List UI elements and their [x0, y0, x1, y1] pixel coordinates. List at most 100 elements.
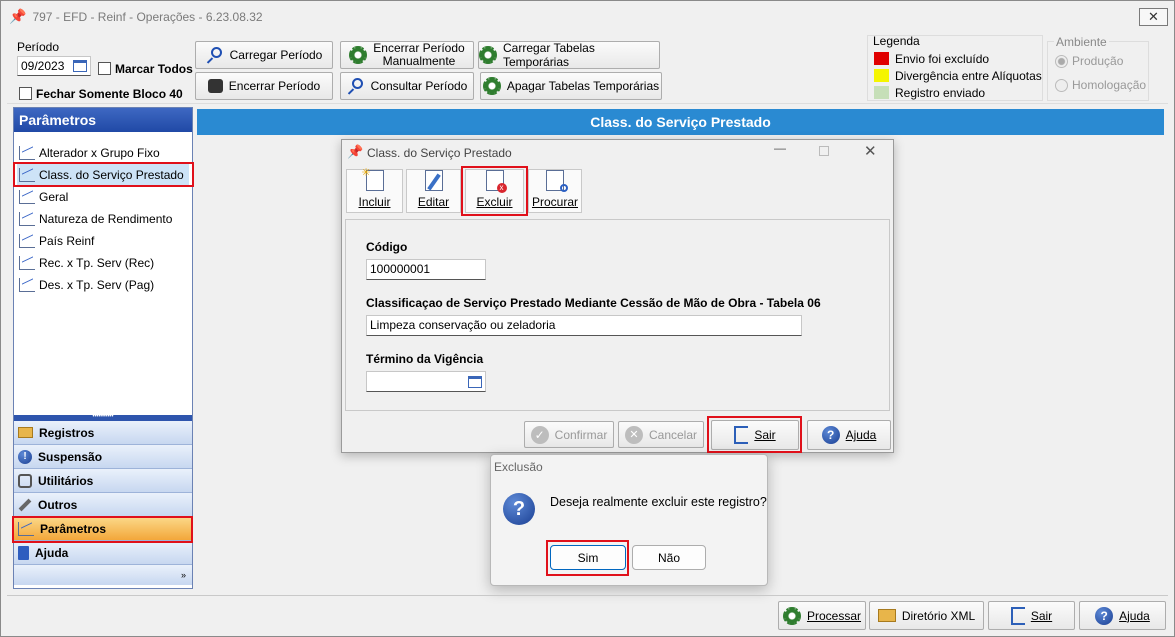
nav-suspensao[interactable]: ! Suspensão: [14, 445, 192, 469]
carregar-periodo-button[interactable]: Carregar Período: [195, 41, 333, 69]
tools-icon: [18, 473, 32, 488]
nao-button[interactable]: Não: [632, 545, 706, 570]
tree-item-pais[interactable]: País Reinf: [17, 230, 189, 252]
carregar-periodo-label: Carregar Período: [229, 48, 323, 62]
codigo-input[interactable]: 100000001: [366, 259, 486, 280]
bottom-bar: [7, 595, 1168, 596]
consultar-periodo-button[interactable]: Consultar Período: [340, 72, 474, 100]
periodo-value: 09/2023: [21, 59, 65, 73]
editar-label: Editar: [417, 195, 450, 209]
radio-homologacao[interactable]: Homologação: [1055, 78, 1146, 92]
marcar-todos-label: Marcar Todos: [115, 62, 193, 76]
nav-label: Utilitários: [38, 473, 94, 488]
folder-icon: [18, 427, 33, 438]
highlight-sair: [707, 416, 802, 453]
legend-swatch-green: [874, 86, 889, 99]
ajuda-label: Ajuda: [845, 428, 877, 442]
periodo-input[interactable]: 09/2023: [17, 56, 91, 76]
cancelar-button[interactable]: ✕ Cancelar: [618, 421, 704, 448]
nav-outros[interactable]: Outros: [14, 493, 192, 517]
processar-button[interactable]: Processar: [778, 601, 866, 630]
report-icon: [19, 256, 35, 270]
radio-button[interactable]: [1055, 54, 1068, 68]
calendar-icon[interactable]: [73, 60, 87, 72]
nav-label: Registros: [39, 425, 95, 440]
radio-label: Produção: [1072, 54, 1124, 68]
legend-swatch-red: [874, 52, 889, 65]
tree-item-rec-tp-serv[interactable]: Rec. x Tp. Serv (Rec): [17, 252, 189, 274]
nav-label: Outros: [38, 497, 78, 512]
chart-icon: [19, 146, 35, 160]
nav-registros[interactable]: Registros: [14, 421, 192, 445]
gear-icon: [349, 46, 368, 64]
codigo-label: Código: [366, 240, 408, 254]
title-bar: 📌 797 - EFD - Reinf - Operações - 6.23.0…: [1, 1, 1174, 32]
apagar-tabelas-button[interactable]: Apagar Tabelas Temporárias: [480, 72, 662, 100]
confirmar-button[interactable]: ✓ Confirmar: [524, 421, 614, 448]
main-window: 📌 797 - EFD - Reinf - Operações - 6.23.0…: [0, 0, 1175, 637]
encerrar-periodo-button[interactable]: Encerrar Período: [195, 72, 333, 100]
class-input[interactable]: Limpeza conservação ou zeladoria: [366, 315, 802, 336]
confirmar-label: Confirmar: [554, 427, 608, 442]
tree-item-natureza[interactable]: Natureza de Rendimento: [17, 208, 189, 230]
termino-input[interactable]: [366, 371, 486, 392]
cancelar-label: Cancelar: [648, 427, 698, 442]
close-button[interactable]: ✕: [1139, 8, 1168, 26]
chart-icon: [19, 190, 35, 204]
periodo-label: Período: [17, 40, 60, 54]
legend-label: Envio foi excluído: [895, 51, 990, 66]
close-icon[interactable]: ✕: [864, 142, 877, 160]
nav-ajuda[interactable]: Ajuda: [14, 541, 192, 565]
bottom-ajuda-button[interactable]: ? Ajuda: [1079, 601, 1166, 630]
search-document-icon: [546, 170, 568, 192]
wrench-icon: [18, 498, 32, 511]
bottom-sair-button[interactable]: Sair: [988, 601, 1075, 630]
sidebar-nav: Registros ! Suspensão Utilitários Outros …: [14, 421, 192, 585]
ambiente-box: [1047, 41, 1149, 101]
marcar-todos-checkbox[interactable]: [98, 62, 111, 75]
highlight-excluir: [461, 166, 528, 216]
editar-button[interactable]: Editar: [406, 169, 461, 213]
legend-list: Envio foi excluído Divergência entre Alí…: [874, 50, 1042, 101]
procurar-label: Procurar: [531, 195, 578, 209]
encerrar-manual-label: Encerrar Período Manualmente: [373, 42, 464, 68]
tree-item-des-tp-serv[interactable]: Des. x Tp. Serv (Pag): [17, 274, 189, 296]
pin-icon: 📌: [9, 8, 27, 24]
nav-utilitarios[interactable]: Utilitários: [14, 469, 192, 493]
ajuda-button[interactable]: ? Ajuda: [807, 420, 891, 450]
minimize-icon[interactable]: —: [774, 141, 786, 155]
tree-label: Alterador x Grupo Fixo: [39, 146, 160, 160]
new-document-icon: ✳: [362, 167, 384, 191]
gear-icon: [782, 606, 801, 625]
highlight-sim: [546, 540, 629, 576]
tree-item-geral[interactable]: Geral: [17, 186, 189, 208]
legend-item: Divergência entre Alíquotas: [874, 67, 1042, 84]
confirm-message: Deseja realmente excluir este registro?: [550, 495, 767, 509]
apagar-tabelas-label: Apagar Tabelas Temporárias: [506, 79, 660, 93]
diretorio-xml-button[interactable]: Diretório XML: [869, 601, 984, 630]
radio-producao[interactable]: Produção: [1055, 54, 1123, 68]
dialog-title: Class. do Serviço Prestado: [367, 146, 512, 160]
radio-label: Homologação: [1072, 78, 1147, 92]
book-icon: [18, 545, 29, 560]
tree-item-alterador[interactable]: Alterador x Grupo Fixo: [17, 142, 189, 164]
gear-icon: [482, 77, 501, 95]
procurar-button[interactable]: Procurar: [528, 169, 582, 213]
maximize-icon: [819, 146, 829, 156]
folder-icon: [877, 609, 896, 622]
radio-button[interactable]: [1055, 78, 1068, 92]
carregar-tabelas-button[interactable]: Carregar Tabelas Temporárias: [478, 41, 660, 69]
confirm-title: Exclusão: [494, 460, 543, 474]
fechar-bloco-checkbox[interactable]: [19, 87, 32, 100]
legend-title: Legenda: [873, 34, 920, 48]
gear-icon: [479, 46, 497, 64]
processar-label: Processar: [806, 608, 862, 623]
pin-icon: 📌: [347, 144, 364, 159]
incluir-button[interactable]: ✳ Incluir: [346, 167, 403, 213]
tree-label: Geral: [39, 190, 69, 204]
legend-item: Envio foi excluído: [874, 50, 1042, 67]
nav-overflow[interactable]: »: [14, 565, 192, 585]
calendar-icon[interactable]: [468, 375, 482, 388]
question-icon: ?: [503, 493, 535, 525]
encerrar-manual-button[interactable]: Encerrar Período Manualmente: [340, 41, 474, 69]
